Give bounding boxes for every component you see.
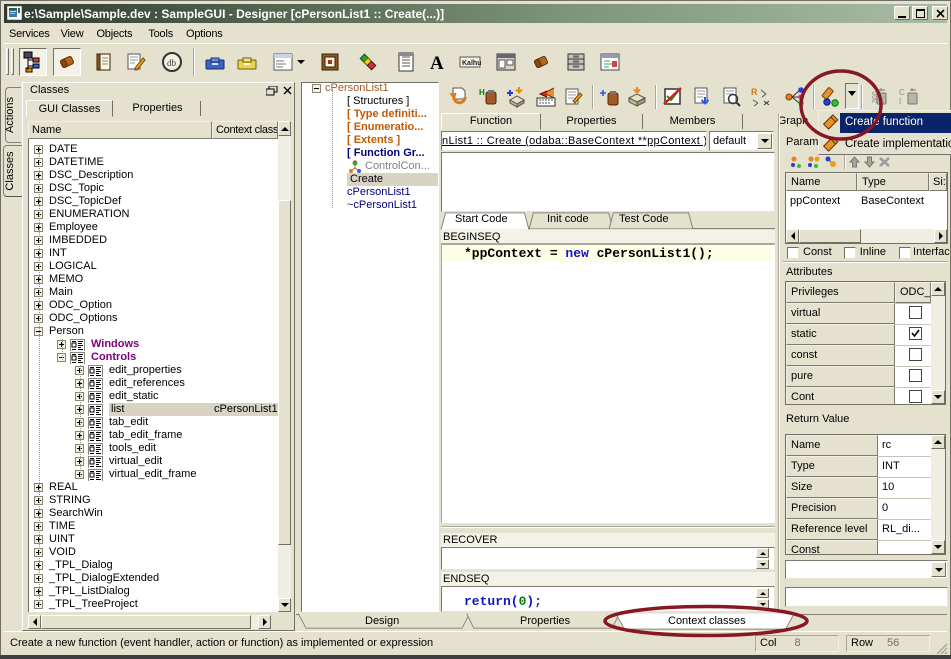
svg-text:db: db [167, 58, 177, 68]
svg-text:R: R [751, 87, 758, 97]
svg-text:H: H [479, 88, 485, 97]
svg-text:C: C [899, 88, 905, 97]
svg-text:A: A [430, 53, 444, 74]
svg-text:Kalhu: Kalhu [462, 60, 481, 67]
svg-text:I: I [899, 97, 901, 106]
